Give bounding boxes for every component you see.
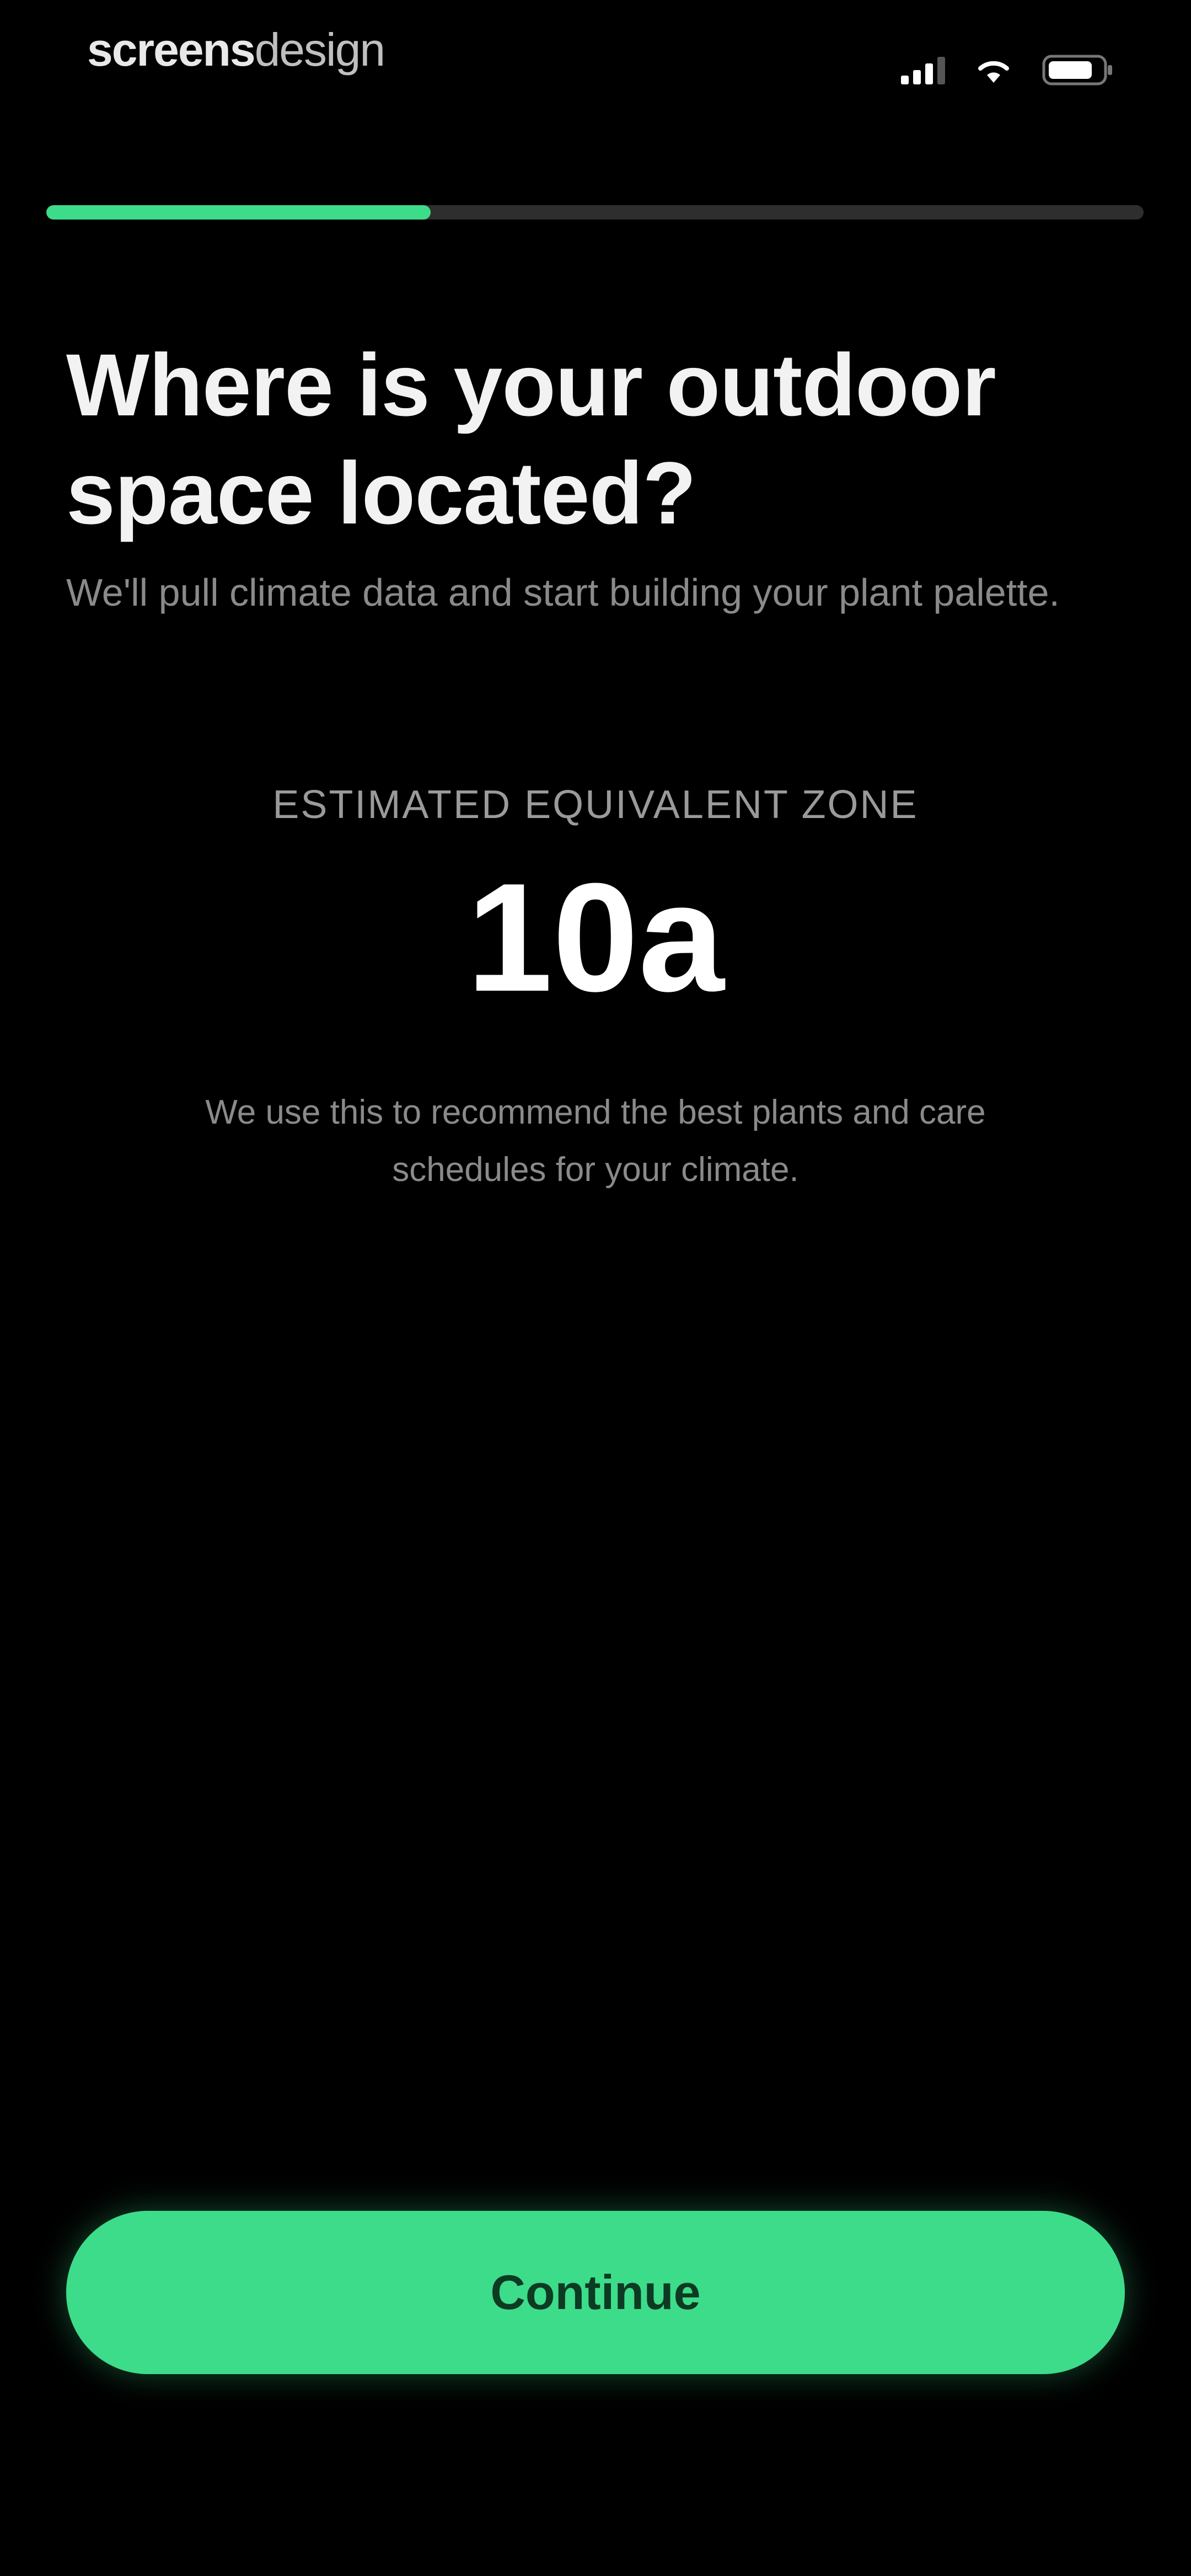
brand-watermark: screensdesign [87,24,386,76]
status-icons [901,51,1114,89]
zone-label: ESTIMATED EQUIVALENT ZONE [272,783,919,827]
page-subtitle: We'll pull climate data and start buildi… [66,571,1060,614]
brand-light-text: design [254,24,386,76]
wifi-icon [976,56,1011,84]
progress-bar-fill [46,205,431,220]
zone-value: 10a [466,852,725,1024]
brand-bold-text: screens [87,24,256,76]
signal-icon [901,56,945,84]
continue-button[interactable]: Continue [66,2211,1125,2374]
page-title: Where is your outdoor space located? [66,335,996,542]
zone-description: We use this to recommend the best plants… [205,1093,986,1189]
status-bar: screensdesign [0,0,1191,121]
battery-icon [1042,55,1114,85]
onboarding-progress-bar [46,205,1144,220]
